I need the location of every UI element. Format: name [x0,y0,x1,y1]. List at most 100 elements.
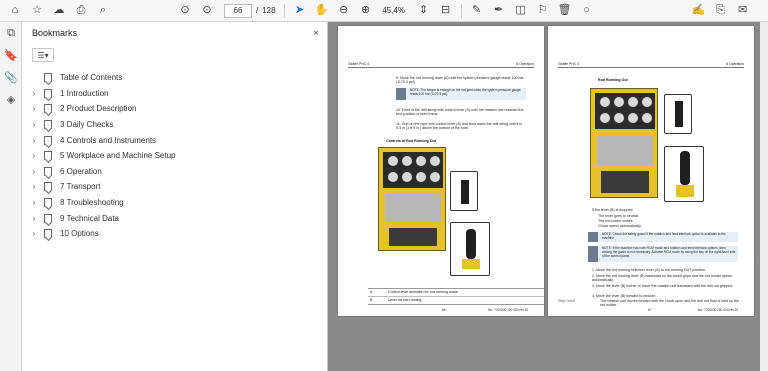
legend-b-text: Lever for rod running [388,298,422,302]
note-text: NOTE: If the machine has both RCM mode a… [602,246,736,258]
upload-icon[interactable]: ☁ [52,4,66,18]
bookmark-flag-icon [44,104,52,114]
step-4: 4. Move the lever (B) forward to reclude… [592,294,657,298]
step-4-result: The rotation unit moves forward with the… [600,299,739,308]
chevron-right-icon[interactable]: › [28,182,40,191]
chevron-right-icon[interactable]: › [28,89,40,98]
zoom-level[interactable]: 45,4% [379,4,409,18]
bookmark-item[interactable]: › 6 Operation [22,164,327,180]
document-viewer[interactable]: Giraffe PHC 4 8 Operation 9. Move the ro… [328,22,768,371]
zoom-out-icon[interactable]: ⊖ [337,4,351,18]
note-text: NOTE: Check the safety guard if the rota… [602,232,726,240]
legend-a-text: Control lever selection for rod running … [388,290,459,294]
left-rail: ⧉ 🔖 📎 ◈ [0,22,22,371]
protect-icon[interactable]: ○ [580,4,594,18]
bookmark-item[interactable]: › 10 Options [22,226,327,242]
bookmark-flag-icon [44,135,52,145]
page-right: Giraffe PHC 4 8 Operation Rod Running Ou… [548,26,754,316]
bookmark-label: Table of Contents [60,73,123,83]
bookmark-label: 9 Technical Data [60,213,119,223]
pen-icon[interactable]: ✒ [492,4,506,18]
pages-icon[interactable]: ⧉ [0,22,22,44]
callout-a [450,171,478,211]
bookmark-label: 1 Introduction [60,88,109,98]
bookmark-item[interactable]: › 5 Workplace and Machine Setup [22,148,327,164]
chevron-right-icon[interactable]: › [28,120,40,129]
chevron-right-icon[interactable]: › [28,229,40,238]
next-page-icon[interactable]: ⊙ [200,4,214,18]
bookmark-item[interactable]: › 8 Troubleshooting [22,195,327,211]
step-result-label: Step result [558,299,576,303]
bookmark-list: Table of Contents › 1 Introduction › 2 Produ… [22,66,327,242]
page-header-right: 8 Operation [516,62,534,66]
lever-text: If the lever (B) is dropped: [592,208,634,212]
layers-icon[interactable]: ◈ [0,88,22,110]
chevron-right-icon[interactable]: › [28,167,40,176]
star-icon[interactable]: ☆ [30,4,44,18]
highlight-icon[interactable]: ◫ [514,4,528,18]
select-cursor-icon[interactable]: ➤ [293,4,307,18]
bookmark-item[interactable]: › 7 Transport [22,179,327,195]
vertical-scrollbar[interactable] [760,22,768,371]
chevron-right-icon[interactable]: › [28,151,40,160]
page-number-input[interactable]: 66 [224,3,252,18]
stamp-icon[interactable]: ⚐ [536,4,550,18]
bookmark-item[interactable]: › 2 Product Description [22,101,327,117]
bookmark-flag-icon [44,151,52,161]
step-1: 1. Move the rod running selection lever … [592,268,706,272]
comment-icon[interactable]: ✎ [470,4,484,18]
hand-icon[interactable]: ✋ [315,4,329,18]
share-icon[interactable]: ⎘ [714,4,728,18]
top-toolbar: ⌂ ☆ ☁ ⎙ ⌕ ⊙ ⊙ 66 / 128 ➤ ✋ ⊖ ⊕ 45,4% ⇕ ⊟… [0,0,768,22]
page-header-left: Giraffe PHC 4 [558,62,580,66]
section-title: Rod Running Out [598,78,628,82]
chevron-right-icon[interactable]: › [28,198,40,207]
chevron-right-icon[interactable]: › [28,136,40,145]
delete-icon[interactable]: 🗑 [558,4,572,18]
bookmark-label: 10 Options [60,229,99,239]
bookmark-flag-icon [44,229,52,239]
attachment-icon[interactable]: 📎 [0,66,22,88]
page-total: 128 [262,6,276,15]
zoom-in-icon[interactable]: ⊕ [359,4,373,18]
chevron-right-icon[interactable]: › [28,214,40,223]
page-left: Giraffe PHC 4 8 Operation 9. Move the ro… [338,26,544,316]
bookmarks-panel: Bookmarks × ☰▾ Table of Contents › 1 Intro… [22,22,328,371]
bookmark-icon[interactable]: 🔖 [0,44,22,66]
mail-icon[interactable]: ✉ [736,4,750,18]
bookmark-flag-icon [44,73,52,83]
bookmark-item[interactable]: › 9 Technical Data [22,210,327,226]
bookmark-item[interactable]: › 4 Controls and Instruments [22,132,327,148]
fit-icon[interactable]: ⇕ [417,4,431,18]
doc-number: No: ??00000 000 000 rev.10 [488,308,529,312]
bookmark-options-button[interactable]: ☰▾ [32,48,54,62]
bookmark-label: 3 Daily Checks [60,120,114,130]
figure-title: Controls of Rod Running Out [386,139,436,143]
bookmark-label: 7 Transport [60,182,101,192]
bookmark-flag-icon [44,166,52,176]
callout-b [450,222,490,276]
control-panel-image [590,88,658,198]
bookmark-item[interactable]: › 1 Introduction [22,86,327,102]
bookmark-flag-icon [44,182,52,192]
page-number: 66 [442,308,446,312]
toolbar-divider [460,3,462,18]
bullet-1: The lever goes to neutral. [598,214,639,218]
close-icon[interactable]: × [313,28,319,39]
bookmark-flag-icon [44,120,52,130]
zoom-search-icon[interactable]: ⌕ [96,4,110,18]
bookmark-label: 8 Troubleshooting [60,198,124,208]
sign-icon[interactable]: ✍ [692,4,706,18]
bookmark-item[interactable]: Table of Contents [22,70,327,86]
print-icon[interactable]: ⎙ [74,4,88,18]
prev-page-icon[interactable]: ⊙ [178,4,192,18]
bookmark-flag-icon [44,213,52,223]
step-2: 2. Move the rod running lever (B) backwa… [592,274,732,283]
bookmark-item[interactable]: › 3 Daily Checks [22,117,327,133]
step-11: 11. Grip on the pipe with control lever … [396,122,522,131]
home-icon[interactable]: ⌂ [8,4,22,18]
doc-number: No: ??00000 000 000 rev.10 [698,308,739,312]
note-text: NOTE: The torque is enough on the rod jo… [410,88,521,96]
chevron-right-icon[interactable]: › [28,104,40,113]
scroll-mode-icon[interactable]: ⊟ [439,4,453,18]
